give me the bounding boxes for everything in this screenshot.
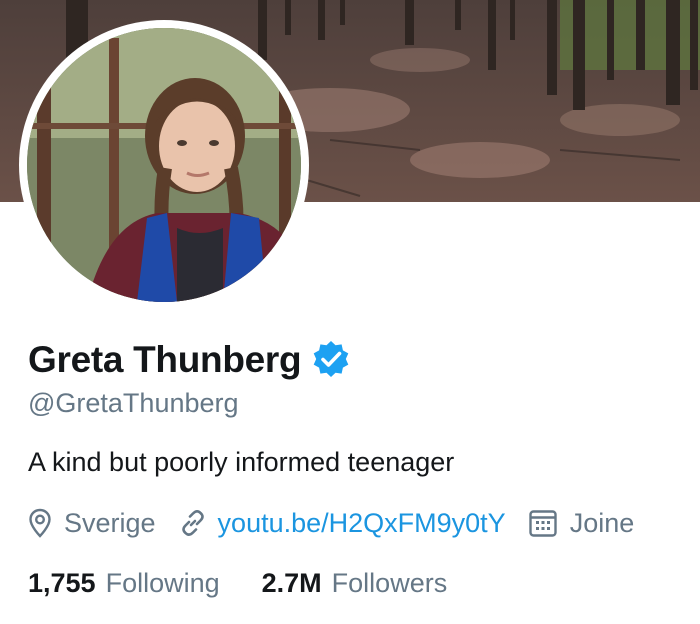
location-pin-icon xyxy=(29,508,51,538)
link-icon xyxy=(181,510,204,536)
following-stat[interactable]: 1,755 Following xyxy=(28,568,220,599)
website-link[interactable]: youtu.be/H2QxFM9y0tY xyxy=(218,508,506,539)
followers-stat[interactable]: 2.7M Followers xyxy=(262,568,448,599)
profile-name-row: Greta Thunberg xyxy=(28,336,351,384)
followers-count: 2.7M xyxy=(261,567,322,598)
verified-badge-icon[interactable] xyxy=(311,340,351,380)
calendar-icon xyxy=(528,510,557,537)
following-count: 1,755 xyxy=(28,567,96,598)
profile-meta-row: Sverige youtu.be/H2QxFM9y0tY Joine xyxy=(28,503,700,543)
avatar-border xyxy=(19,20,309,310)
profile-name: Greta Thunberg xyxy=(28,339,302,380)
profile-handle: @GretaThunberg xyxy=(28,388,239,418)
avatar-photo xyxy=(27,28,301,302)
location-text: Sverige xyxy=(64,507,156,538)
followers-label: Followers xyxy=(331,567,448,598)
joined-item: Joine xyxy=(528,507,635,539)
location-item: Sverige xyxy=(28,508,156,539)
website-item: youtu.be/H2QxFM9y0tY xyxy=(178,508,506,539)
joined-text: Joine xyxy=(569,507,635,538)
avatar[interactable] xyxy=(27,28,301,302)
following-label: Following xyxy=(105,567,220,598)
profile-bio: A kind but poorly informed teenager xyxy=(28,447,455,477)
profile-stats-row: 1,755 Following 2.7M Followers xyxy=(28,563,489,603)
